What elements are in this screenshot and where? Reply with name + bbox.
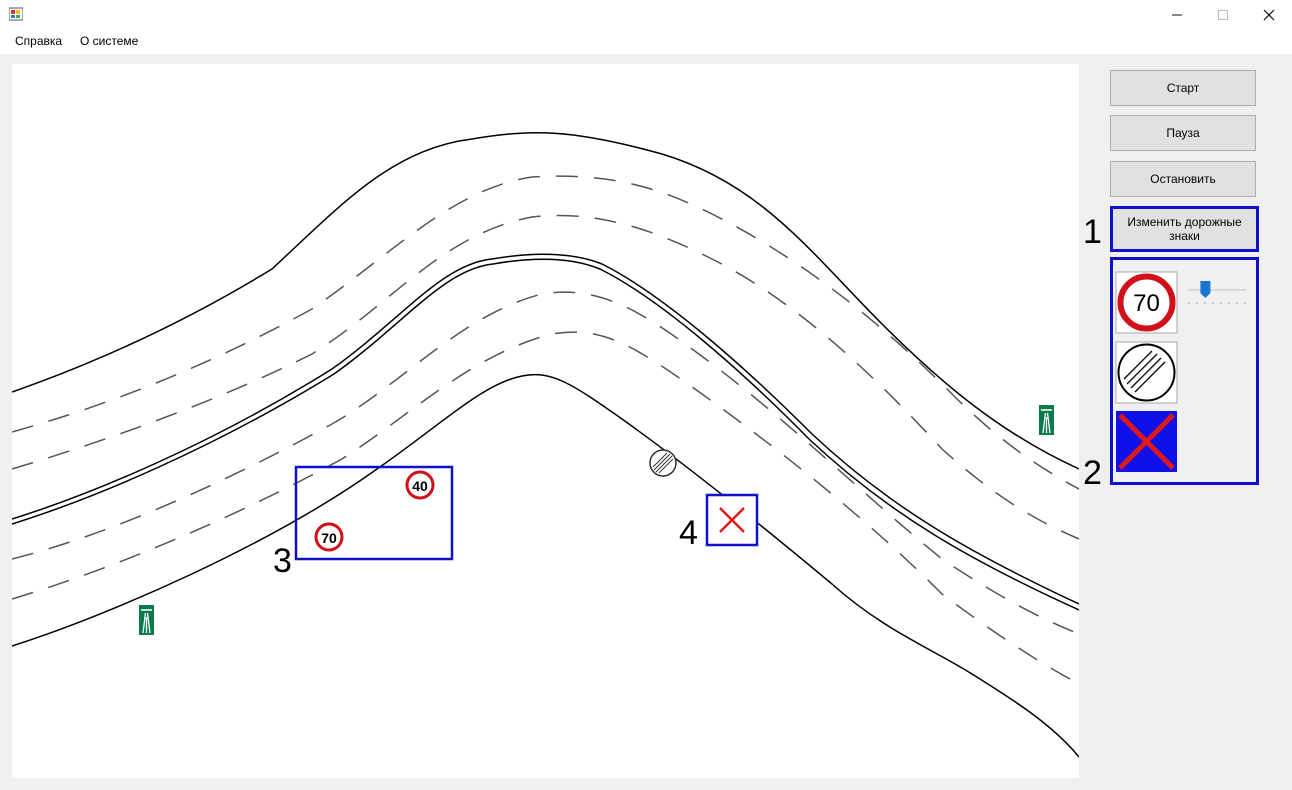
highway-sign [139,605,154,635]
stop-button[interactable]: Остановить [1110,161,1256,197]
callout-4: 4 [679,514,698,552]
menu-about[interactable]: О системе [80,34,138,48]
speed-limit-40-text: 40 [412,478,428,494]
speed-limit-70-sign[interactable]: 70 [1115,271,1178,334]
sign-panel-drawing: 70 [1115,271,1246,472]
maximize-icon [1218,10,1228,20]
maximize-button[interactable] [1200,0,1246,30]
speed-limit-70-text: 70 [321,530,337,546]
callout-2: 2 [1083,454,1102,492]
menu-bar: Справка О системе [0,30,1292,54]
pause-button[interactable]: Пауза [1110,115,1256,151]
lane-divider-dashed [12,331,1079,685]
speed-limit-sign-40[interactable]: 40 [405,470,435,500]
road-drawing: 40 70 [12,132,1079,758]
callout-1: 1 [1083,213,1102,251]
slider-thumb [1200,281,1211,298]
road-edge-lower [12,373,1079,758]
lane-divider-dashed [12,175,1079,490]
change-signs-button[interactable]: Изменить дорожные знаки [1110,206,1259,252]
callout-3: 3 [273,542,292,580]
end-of-restrictions-sign[interactable] [649,449,677,477]
road-median-line [12,253,1079,605]
speed-slider[interactable] [1188,281,1246,304]
minimize-icon [1172,14,1182,16]
start-button[interactable]: Старт [1110,70,1256,106]
app-icon [9,7,23,21]
remove-sign[interactable] [1116,411,1177,472]
title-bar [0,0,1292,30]
speed-limit-sign-70[interactable]: 70 [314,522,344,552]
road-canvas[interactable]: 40 70 [12,64,1079,778]
menu-help[interactable]: Справка [15,34,62,48]
speed-limit-value: 70 [1133,290,1160,317]
road-edge-upper [12,132,1079,470]
close-icon [1263,9,1275,21]
close-button[interactable] [1246,0,1292,30]
sign-selection-panel: 70 [1110,257,1259,485]
highway-sign [1039,405,1054,435]
end-of-restrictions-sign[interactable] [1115,341,1178,404]
road-median-line [12,258,1079,611]
minimize-button[interactable] [1154,0,1200,30]
